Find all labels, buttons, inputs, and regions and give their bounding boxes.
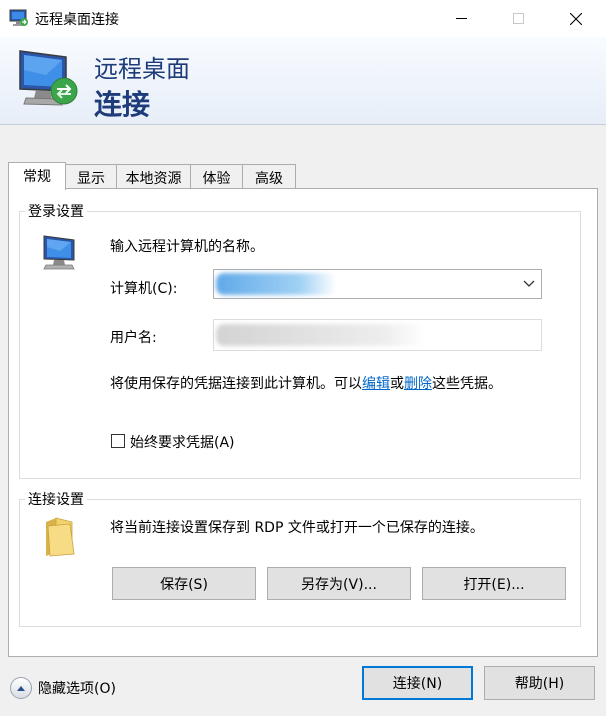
maximize-icon <box>512 13 524 24</box>
delete-credentials-link[interactable]: 删除 <box>404 376 432 392</box>
tab-general[interactable]: 常规 <box>8 162 66 190</box>
saved-credentials-text: 将使用保存的凭据连接到此计算机。可以编辑或删除这些凭据。 <box>110 373 502 393</box>
connection-settings-group: 连接设置 将当前连接设置保存到 RDP 文件或打开一个已保存的连接。 保存(S)… <box>19 489 581 627</box>
always-ask-checkbox[interactable] <box>111 434 125 448</box>
tab-local-resources[interactable]: 本地资源 <box>116 164 191 189</box>
help-button[interactable]: 帮助(H) <box>484 666 595 700</box>
title-bar: 远程桌面连接 <box>0 0 606 37</box>
banner-title-line2: 连接 <box>94 88 151 121</box>
computer-label: 计算机(C): <box>110 281 178 297</box>
minimize-icon <box>455 18 467 19</box>
connect-button[interactable]: 连接(N) <box>362 666 473 700</box>
tab-experience[interactable]: 体验 <box>190 164 243 189</box>
maximize-button[interactable] <box>495 0 541 37</box>
close-icon <box>570 12 582 25</box>
computer-combobox[interactable] <box>213 269 542 299</box>
computer-instruction: 输入远程计算机的名称。 <box>110 239 264 255</box>
folder-icon <box>46 517 75 557</box>
save-button[interactable]: 保存(S) <box>112 567 256 600</box>
chevron-down-icon[interactable] <box>523 279 535 289</box>
computer-icon <box>43 235 75 270</box>
computer-value-redacted <box>216 273 336 295</box>
username-field <box>213 319 542 351</box>
tab-advanced[interactable]: 高级 <box>242 164 296 189</box>
connection-settings-description: 将当前连接设置保存到 RDP 文件或打开一个已保存的连接。 <box>110 520 484 536</box>
username-label: 用户名: <box>110 330 157 346</box>
always-ask-label[interactable]: 始终要求凭据(A) <box>130 432 235 452</box>
connection-settings-legend: 连接设置 <box>25 489 87 509</box>
saved-credentials-prefix: 将使用保存的凭据连接到此计算机。可以 <box>110 376 362 392</box>
header-banner: 远程桌面 连接 <box>0 37 606 125</box>
edit-credentials-link[interactable]: 编辑 <box>362 376 390 392</box>
saved-credentials-or: 或 <box>390 376 404 392</box>
saved-credentials-suffix: 这些凭据。 <box>432 376 502 392</box>
chevron-up-icon[interactable] <box>10 677 32 699</box>
tab-display[interactable]: 显示 <box>65 164 117 189</box>
open-button[interactable]: 打开(E)... <box>422 567 566 600</box>
tab-panel-general: 登录设置 输入远程计算机的名称。 计算机(C): 用户名: 将使用保存的凭据连接… <box>8 188 598 657</box>
close-button[interactable] <box>553 0 599 37</box>
remote-desktop-icon <box>19 50 78 106</box>
window-title: 远程桌面连接 <box>35 12 119 28</box>
hide-options-label[interactable]: 隐藏选项(O) <box>38 678 116 698</box>
username-value-redacted <box>216 324 426 346</box>
hide-options-toggle[interactable]: 隐藏选项(O) <box>10 676 116 700</box>
minimize-button[interactable] <box>438 0 484 37</box>
login-settings-group: 登录设置 输入远程计算机的名称。 计算机(C): 用户名: 将使用保存的凭据连接… <box>19 201 581 479</box>
banner-title-line1: 远程桌面 <box>94 55 190 83</box>
login-settings-legend: 登录设置 <box>25 201 87 221</box>
remote-desktop-icon <box>9 9 28 26</box>
save-as-button[interactable]: 另存为(V)... <box>267 567 411 600</box>
